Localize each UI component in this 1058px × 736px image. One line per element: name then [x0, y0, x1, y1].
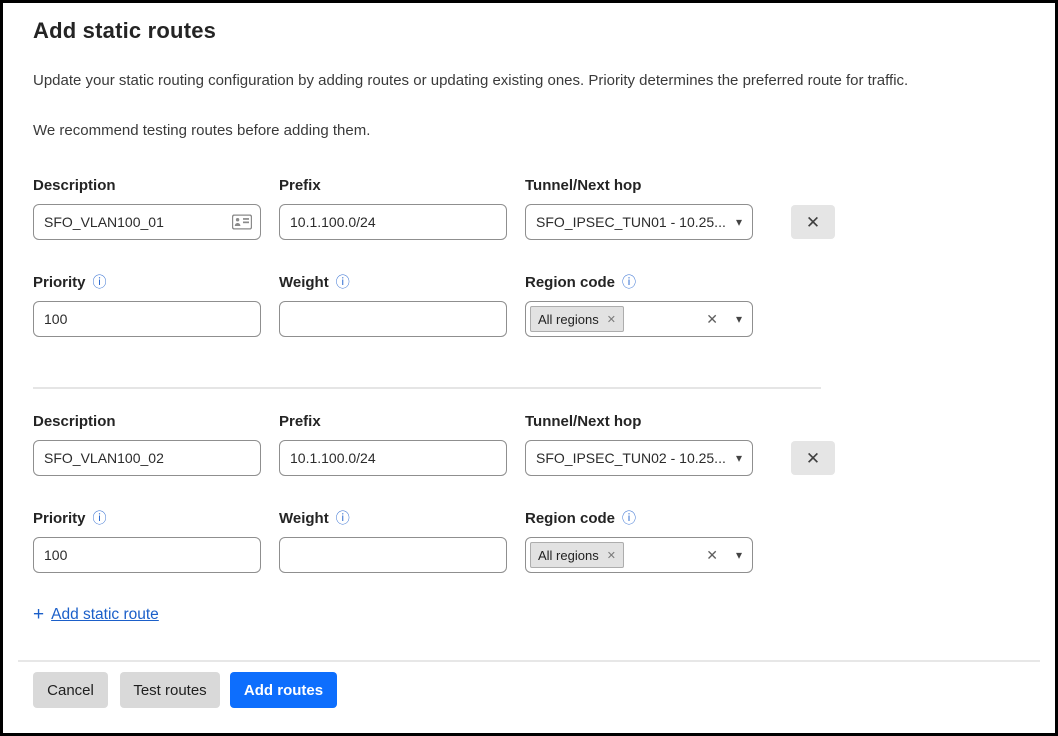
footer-actions: Cancel Test routes Add routes	[3, 662, 1055, 708]
add-static-route-row: + Add static route	[33, 605, 1025, 624]
dialog-content: Add static routes Update your static rou…	[3, 16, 1055, 624]
tunnel-select[interactable]: SFO_IPSEC_TUN02 - 10.25... ▾	[525, 440, 753, 476]
region-tag: All regions ✕	[530, 306, 624, 332]
route-entry-1: Description	[33, 175, 1025, 337]
priority-field-group: Priority ⓘ	[33, 272, 261, 337]
priority-input[interactable]	[33, 301, 261, 337]
tunnel-next-hop-label: Tunnel/Next hop	[525, 411, 641, 432]
tag-remove-icon[interactable]: ✕	[607, 549, 616, 562]
route-1-secondary-row: Priority ⓘ Weight ⓘ Region code ⓘ	[33, 272, 1025, 337]
route-2-secondary-row: Priority ⓘ Weight ⓘ Region code ⓘ	[33, 508, 1025, 573]
add-routes-button[interactable]: Add routes	[230, 672, 337, 708]
region-code-label: Region code	[525, 508, 615, 529]
region-field-group: Region code ⓘ All regions ✕ ✕ ▾	[525, 272, 753, 337]
prefix-input[interactable]	[279, 204, 507, 240]
weight-input[interactable]	[279, 301, 507, 337]
chevron-down-icon: ▾	[736, 313, 742, 325]
add-static-route-link[interactable]: Add static route	[51, 606, 159, 624]
note-text: We recommend testing routes before addin…	[33, 120, 1025, 141]
prefix-field-group: Prefix	[279, 175, 507, 240]
tag-remove-icon[interactable]: ✕	[607, 313, 616, 326]
tunnel-field-group: Tunnel/Next hop SFO_IPSEC_TUN01 - 10.25.…	[525, 175, 753, 240]
tunnel-select[interactable]: SFO_IPSEC_TUN01 - 10.25... ▾	[525, 204, 753, 240]
region-tag: All regions ✕	[530, 542, 624, 568]
prefix-label: Prefix	[279, 175, 321, 196]
info-icon[interactable]: ⓘ	[336, 275, 350, 289]
priority-label: Priority	[33, 508, 86, 529]
close-icon: ✕	[806, 213, 820, 232]
chevron-down-icon: ▾	[736, 549, 742, 561]
tunnel-select-value: SFO_IPSEC_TUN01 - 10.25...	[536, 214, 726, 230]
close-icon: ✕	[806, 449, 820, 468]
cancel-button[interactable]: Cancel	[33, 672, 108, 708]
info-icon[interactable]: ⓘ	[336, 511, 350, 525]
priority-input[interactable]	[33, 537, 261, 573]
clear-selection-icon[interactable]: ✕	[706, 312, 718, 326]
region-tag-label: All regions	[538, 548, 599, 563]
description-label: Description	[33, 411, 116, 432]
route-1-main-row: Description	[33, 175, 1025, 240]
tunnel-next-hop-label: Tunnel/Next hop	[525, 175, 641, 196]
route-2-main-row: Description Prefix Tunnel/Next hop SFO_I	[33, 411, 1025, 476]
remove-route-button[interactable]: ✕	[791, 205, 835, 239]
weight-field-group: Weight ⓘ	[279, 508, 507, 573]
tunnel-field-group: Tunnel/Next hop SFO_IPSEC_TUN02 - 10.25.…	[525, 411, 753, 476]
contact-card-icon[interactable]	[232, 215, 252, 230]
chevron-down-icon: ▾	[736, 452, 742, 464]
region-code-label: Region code	[525, 272, 615, 293]
description-input[interactable]	[33, 204, 261, 240]
priority-label: Priority	[33, 272, 86, 293]
description-field-group: Description	[33, 411, 261, 476]
weight-input[interactable]	[279, 537, 507, 573]
route-divider	[33, 387, 821, 389]
description-input[interactable]	[33, 440, 261, 476]
info-icon[interactable]: ⓘ	[93, 275, 107, 289]
clear-selection-icon[interactable]: ✕	[706, 548, 718, 562]
prefix-input[interactable]	[279, 440, 507, 476]
route-entry-2: Description Prefix Tunnel/Next hop SFO_I	[33, 411, 1025, 573]
description-label: Description	[33, 175, 116, 196]
region-field-group: Region code ⓘ All regions ✕ ✕ ▾	[525, 508, 753, 573]
test-routes-button[interactable]: Test routes	[120, 672, 220, 708]
add-static-routes-dialog: Add static routes Update your static rou…	[0, 0, 1058, 736]
weight-label: Weight	[279, 508, 329, 529]
tunnel-select-value: SFO_IPSEC_TUN02 - 10.25...	[536, 450, 726, 466]
weight-field-group: Weight ⓘ	[279, 272, 507, 337]
region-multiselect[interactable]: All regions ✕ ✕ ▾	[525, 537, 753, 573]
page-title: Add static routes	[33, 16, 1025, 46]
info-icon[interactable]: ⓘ	[622, 511, 636, 525]
intro-text: Update your static routing configuration…	[33, 70, 1025, 91]
info-icon[interactable]: ⓘ	[622, 275, 636, 289]
weight-label: Weight	[279, 272, 329, 293]
region-multiselect[interactable]: All regions ✕ ✕ ▾	[525, 301, 753, 337]
priority-field-group: Priority ⓘ	[33, 508, 261, 573]
description-field-group: Description	[33, 175, 261, 240]
region-tag-label: All regions	[538, 312, 599, 327]
remove-route-button[interactable]: ✕	[791, 441, 835, 475]
plus-icon: +	[33, 605, 44, 624]
prefix-label: Prefix	[279, 411, 321, 432]
chevron-down-icon: ▾	[736, 216, 742, 228]
prefix-field-group: Prefix	[279, 411, 507, 476]
info-icon[interactable]: ⓘ	[93, 511, 107, 525]
